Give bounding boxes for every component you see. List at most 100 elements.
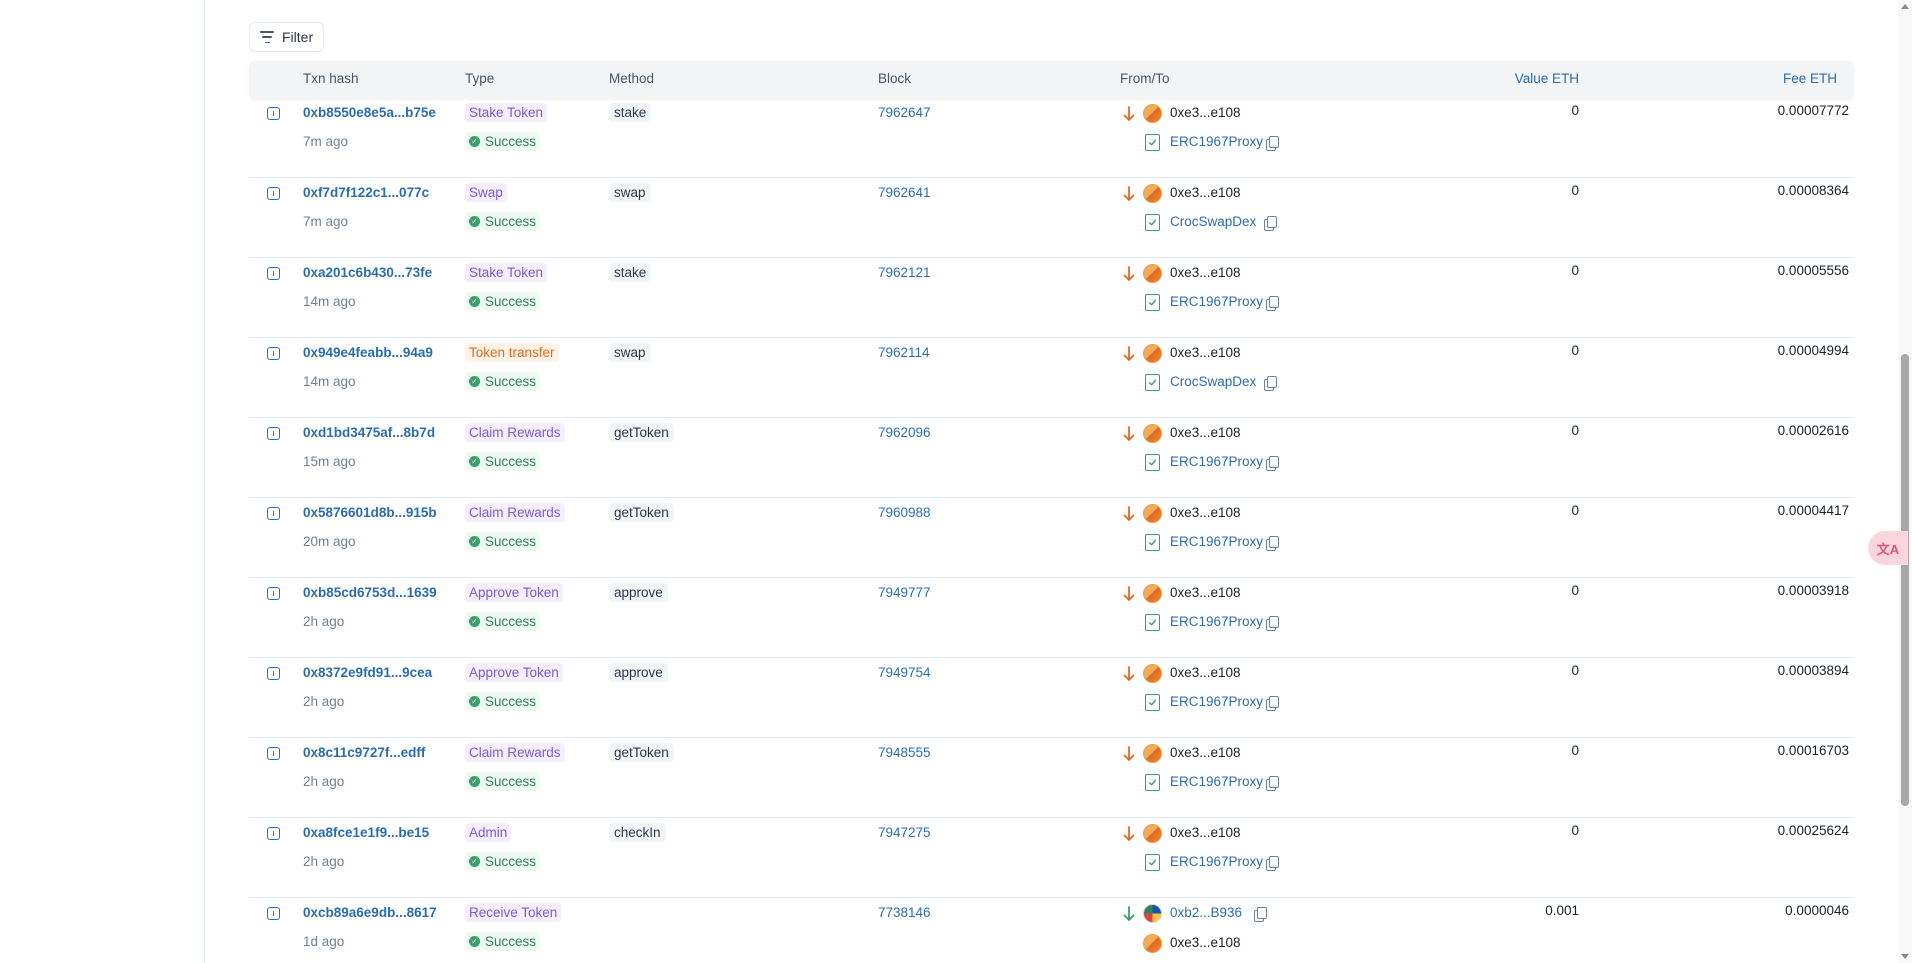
copy-icon[interactable]	[1264, 216, 1277, 231]
block-link[interactable]: 7949754	[878, 665, 931, 680]
to-contract-link[interactable]: ERC1967Proxy	[1170, 694, 1263, 709]
method-badge: getToken	[609, 743, 674, 762]
txn-age: 15m ago	[303, 454, 356, 469]
tx-details-icon[interactable]	[267, 107, 280, 120]
method-badge: approve	[609, 663, 668, 682]
txn-type-badge: Stake Token	[465, 103, 548, 122]
to-contract-link[interactable]: ERC1967Proxy	[1170, 134, 1263, 149]
table-row: 0x5876601d8b...915b 20m ago Claim Rewards ✓…	[249, 498, 1854, 578]
tx-details-icon[interactable]	[267, 667, 280, 680]
tx-details-icon[interactable]	[267, 187, 280, 200]
status-badge: ✓ Success	[465, 452, 541, 471]
txn-hash-link[interactable]: 0xb85cd6753d...1639	[303, 585, 437, 600]
block-link[interactable]: 7962096	[878, 425, 931, 440]
contract-verified-icon	[1145, 374, 1160, 391]
header-fee-eth[interactable]: Fee ETH	[1783, 71, 1837, 86]
block-link[interactable]: 7962121	[878, 265, 931, 280]
copy-icon[interactable]	[1266, 136, 1279, 151]
status-label: Success	[485, 374, 537, 389]
copy-icon[interactable]	[1266, 856, 1279, 871]
tx-details-icon[interactable]	[267, 427, 280, 440]
tx-details-icon[interactable]	[267, 267, 280, 280]
value-eth: 0	[1571, 263, 1579, 278]
txn-age: 14m ago	[303, 294, 356, 309]
to-contract-link[interactable]: ERC1967Proxy	[1170, 854, 1263, 869]
txn-hash-link[interactable]: 0x8372e9fd91...9cea	[303, 665, 432, 680]
address-avatar	[1143, 184, 1162, 203]
check-circle-icon: ✓	[469, 776, 480, 787]
copy-icon[interactable]	[1264, 376, 1277, 391]
table-row: 0xa201c6b430...73fe 14m ago Stake Token ✓ Su…	[249, 258, 1854, 338]
filter-button[interactable]: Filter	[249, 22, 325, 52]
block-link[interactable]: 7738146	[878, 905, 931, 920]
scroll-up-arrow-icon[interactable]	[1901, 4, 1909, 9]
value-eth: 0	[1571, 423, 1579, 438]
txn-hash-link[interactable]: 0xb8550e8e5a...b75e	[303, 105, 436, 120]
copy-icon[interactable]	[1266, 456, 1279, 471]
block-link[interactable]: 7962641	[878, 185, 931, 200]
txn-hash-link[interactable]: 0x8c11c9727f...edff	[303, 745, 425, 760]
table-row: 0x949e4feabb...94a9 14m ago Token transfer…	[249, 338, 1854, 418]
tx-details-icon[interactable]	[267, 347, 280, 360]
to-contract-link[interactable]: ERC1967Proxy	[1170, 454, 1263, 469]
page-scrollbar[interactable]	[1898, 0, 1912, 963]
to-contract-link[interactable]: CrocSwapDex	[1170, 214, 1256, 229]
status-label: Success	[485, 694, 537, 709]
block-link[interactable]: 7948555	[878, 745, 931, 760]
address-avatar	[1143, 424, 1162, 443]
txn-hash-link[interactable]: 0x5876601d8b...915b	[303, 505, 437, 520]
copy-icon[interactable]	[1266, 776, 1279, 791]
address-avatar	[1143, 584, 1162, 603]
to-contract-link[interactable]: CrocSwapDex	[1170, 374, 1256, 389]
contract-verified-icon	[1145, 214, 1160, 231]
from-address: 0xe3...e108	[1170, 665, 1241, 680]
header-method: Method	[609, 71, 655, 86]
txn-type-badge: Swap	[465, 183, 507, 202]
tx-details-icon[interactable]	[267, 747, 280, 760]
scroll-down-arrow-icon[interactable]	[1901, 954, 1909, 959]
translate-widget-button[interactable]: 文A	[1868, 531, 1908, 565]
block-link[interactable]: 7947275	[878, 825, 931, 840]
tx-details-icon[interactable]	[267, 587, 280, 600]
fee-eth: 0.00004994	[1777, 343, 1849, 358]
txn-hash-link[interactable]: 0xa8fce1e1f9...be15	[303, 825, 429, 840]
tx-details-icon[interactable]	[267, 827, 280, 840]
scrollbar-thumb[interactable]	[1901, 354, 1909, 806]
block-link[interactable]: 7962647	[878, 105, 931, 120]
transactions-table-body: 0xb8550e8e5a...b75e 7m ago Stake Token ✓ Suc…	[249, 98, 1854, 963]
txn-hash-link[interactable]: 0xcb89a6e9db...8617	[303, 905, 437, 920]
copy-icon[interactable]	[1254, 907, 1267, 922]
to-contract-link[interactable]: ERC1967Proxy	[1170, 614, 1263, 629]
copy-icon[interactable]	[1266, 616, 1279, 631]
block-link[interactable]: 7962114	[878, 345, 930, 360]
txn-type-badge: Claim Rewards	[465, 423, 565, 442]
txn-age: 2h ago	[303, 854, 345, 869]
txn-type-badge: Claim Rewards	[465, 743, 565, 762]
fee-eth: 0.00005556	[1777, 263, 1849, 278]
status-badge: ✓ Success	[465, 932, 541, 951]
tx-details-icon[interactable]	[267, 507, 280, 520]
table-row: 0xf7d7f122c1...077c 7m ago Swap ✓ Success swa…	[249, 178, 1854, 258]
txn-hash-link[interactable]: 0xd1bd3475af...8b7d	[303, 425, 435, 440]
txn-hash-link[interactable]: 0xa201c6b430...73fe	[303, 265, 432, 280]
to-contract-link[interactable]: ERC1967Proxy	[1170, 534, 1263, 549]
to-contract-link[interactable]: ERC1967Proxy	[1170, 294, 1263, 309]
txn-hash-link[interactable]: 0xf7d7f122c1...077c	[303, 185, 429, 200]
txn-hash-link[interactable]: 0x949e4feabb...94a9	[303, 345, 433, 360]
status-label: Success	[485, 214, 537, 229]
tx-details-icon[interactable]	[267, 907, 280, 920]
filter-icon	[260, 31, 274, 43]
block-link[interactable]: 7960988	[878, 505, 931, 520]
contract-verified-icon	[1145, 534, 1160, 551]
copy-icon[interactable]	[1266, 296, 1279, 311]
copy-icon[interactable]	[1266, 696, 1279, 711]
from-address-link[interactable]: 0xb2...B936	[1170, 905, 1242, 920]
from-address: 0xe3...e108	[1170, 345, 1241, 360]
block-link[interactable]: 7949777	[878, 585, 931, 600]
check-circle-icon: ✓	[469, 136, 480, 147]
contract-verified-icon	[1145, 854, 1160, 871]
status-badge: ✓ Success	[465, 692, 541, 711]
to-contract-link[interactable]: ERC1967Proxy	[1170, 774, 1263, 789]
header-value-eth[interactable]: Value ETH	[1515, 71, 1579, 86]
copy-icon[interactable]	[1266, 536, 1279, 551]
